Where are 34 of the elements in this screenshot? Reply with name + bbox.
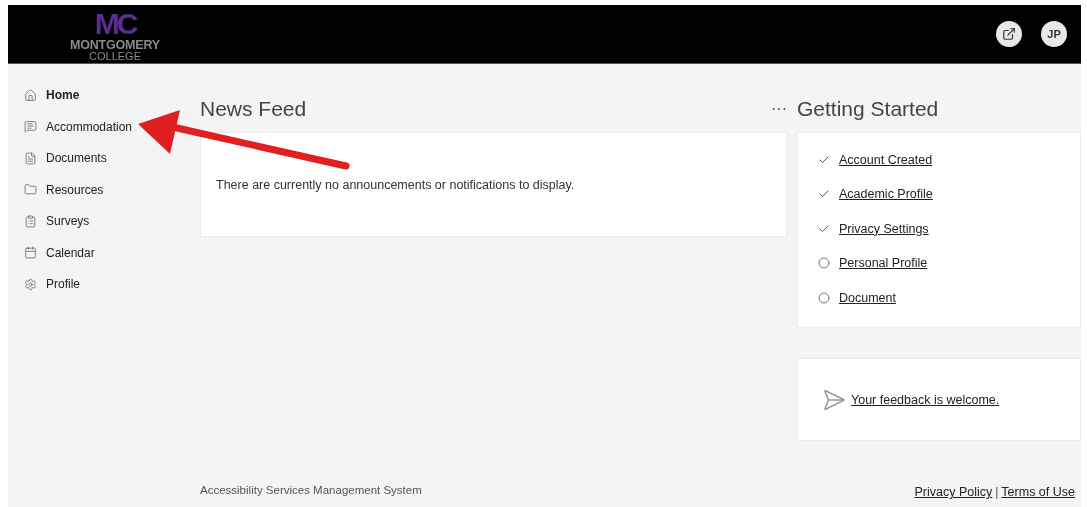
footer-link[interactable]: Privacy Policy xyxy=(914,485,993,499)
message-icon xyxy=(24,120,37,133)
step-link[interactable]: Document xyxy=(839,290,896,305)
logo-text: MONTGOMERY xyxy=(70,38,160,51)
avatar-button[interactable]: JP xyxy=(1041,21,1067,47)
external-link-button[interactable] xyxy=(996,21,1022,47)
logo-text: COLLEGE xyxy=(89,51,141,63)
sidebar-item[interactable]: Home xyxy=(24,86,200,104)
step-link[interactable]: Personal Profile xyxy=(839,256,928,270)
system-name: Accessibility Services Management System xyxy=(200,484,422,496)
empty-message: There are currently no announcements or notifications to display. xyxy=(216,177,575,192)
sidebar-item[interactable]: Documents xyxy=(24,149,200,167)
step-link[interactable]: Account Created xyxy=(839,152,933,167)
footer-link[interactable]: Terms of Use xyxy=(1001,485,1075,499)
step-link[interactable]: Privacy Settings xyxy=(839,221,929,236)
more-button[interactable]: ··· xyxy=(771,100,787,118)
feedback-link[interactable]: Your feedback is welcome. xyxy=(851,392,1000,407)
sidebar-item[interactable]: Profile xyxy=(24,275,200,293)
separator: | xyxy=(995,485,999,499)
sidebar-item[interactable]: Surveys xyxy=(24,212,200,230)
calendar-icon xyxy=(24,246,37,259)
external-link-icon xyxy=(1002,27,1016,41)
section-title: Getting Started xyxy=(797,97,939,121)
sidebar-item[interactable]: Calendar xyxy=(24,243,200,262)
folder-icon xyxy=(24,183,37,196)
step-link[interactable]: Academic Profile xyxy=(839,187,933,201)
home-icon xyxy=(24,88,37,102)
settings-icon xyxy=(24,277,37,291)
section-title: News Feed xyxy=(200,97,307,121)
logo-mark: MC xyxy=(94,8,136,39)
document-icon xyxy=(24,151,37,165)
sidebar-item[interactable]: Resources xyxy=(24,180,200,199)
clipboard-icon xyxy=(24,214,37,228)
sidebar-item[interactable]: Accommodation xyxy=(24,117,200,136)
